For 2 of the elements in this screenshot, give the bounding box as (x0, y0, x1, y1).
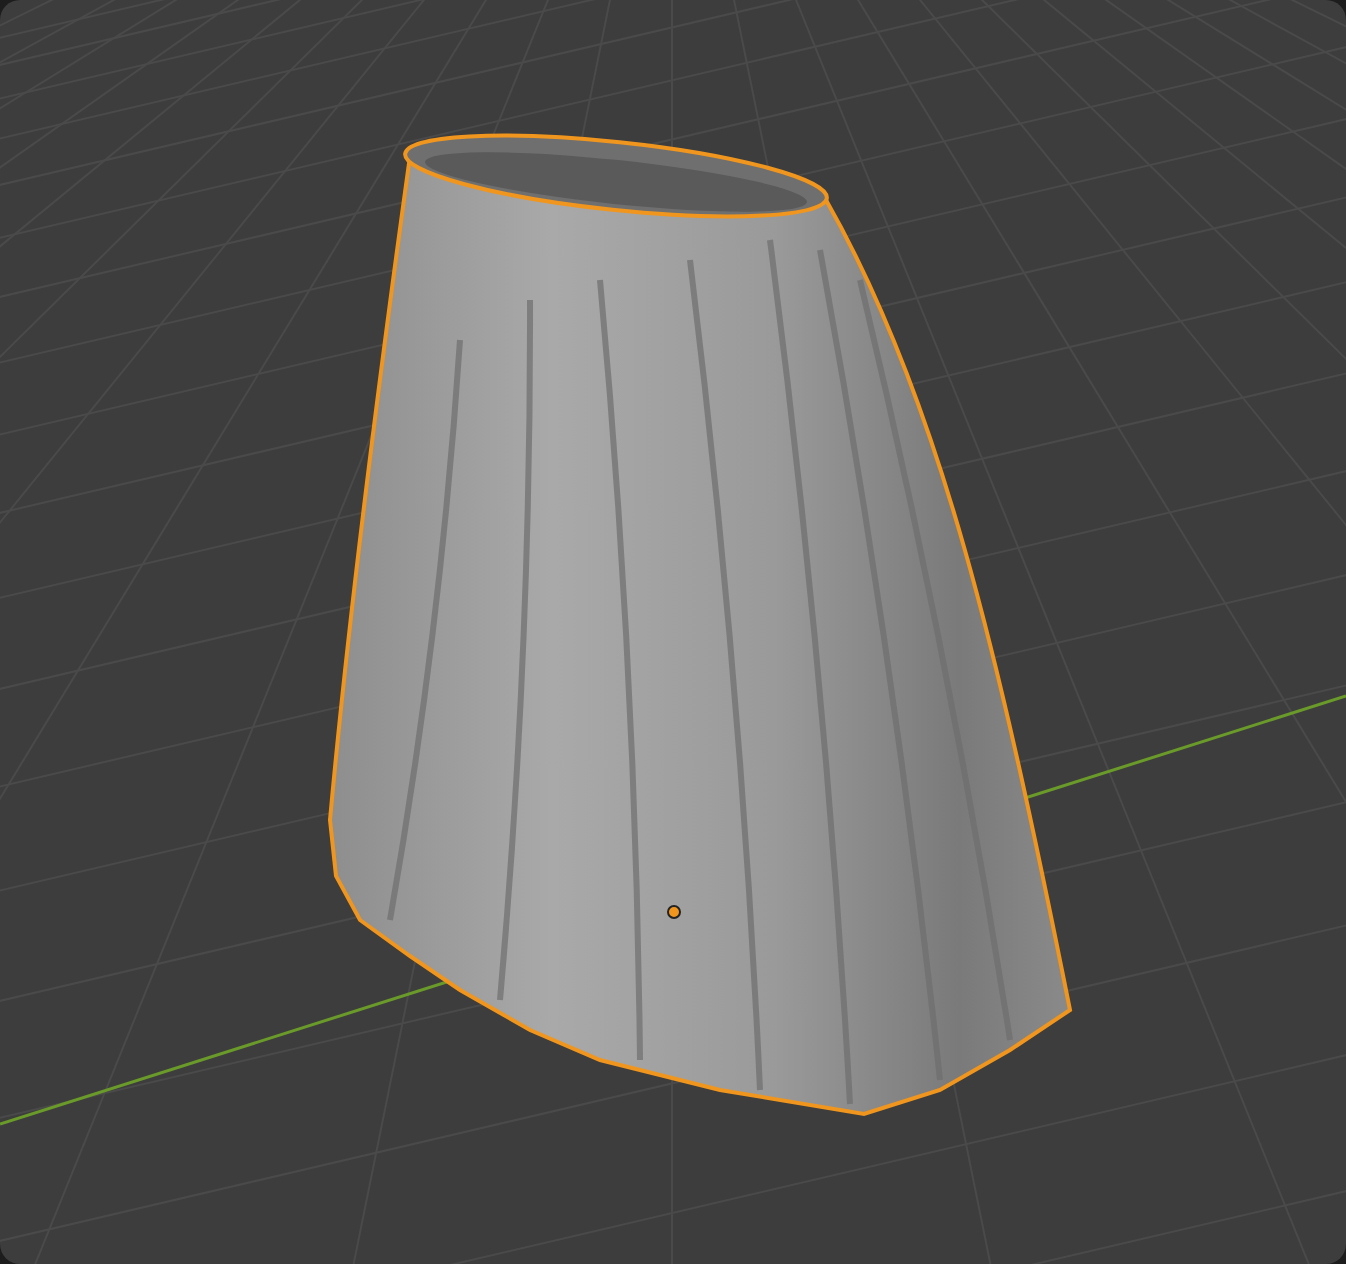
origin-point-icon (667, 905, 681, 919)
skirt-mesh-drawing[interactable] (328, 133, 1072, 1116)
